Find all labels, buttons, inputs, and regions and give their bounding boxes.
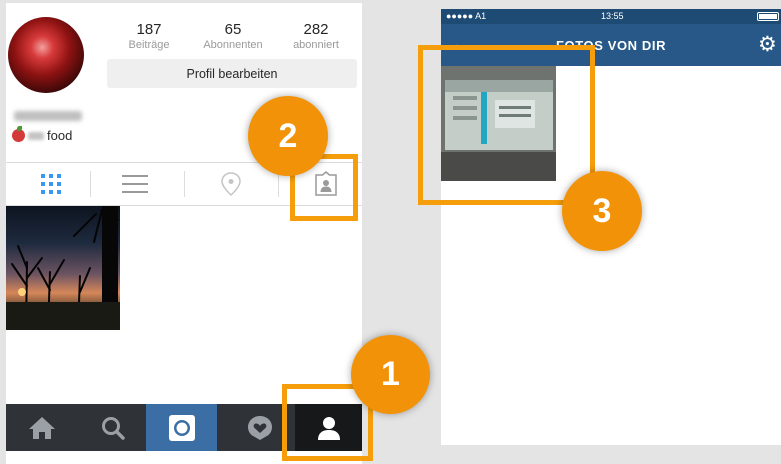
blurred-bio-text <box>28 131 44 140</box>
location-pin-icon <box>220 172 241 196</box>
stat-followers-value: 65 <box>224 21 242 38</box>
camera-icon <box>168 414 195 441</box>
tree-silhouette-graphic <box>6 206 120 330</box>
annotation-badge-1: 1 <box>351 335 430 414</box>
grid-icon <box>40 174 61 194</box>
activity-icon <box>247 415 272 440</box>
nav-camera[interactable] <box>146 404 217 451</box>
gear-icon[interactable]: ⚙ <box>758 34 777 55</box>
stat-following-label: abonniert <box>293 39 339 51</box>
highlight-tagged-photo <box>418 45 595 205</box>
nav-home[interactable] <box>6 404 77 451</box>
tab-location[interactable] <box>186 163 275 205</box>
stat-posts-value: 187 <box>136 21 162 38</box>
status-bar: ●●●●● A1 13:55 <box>441 9 781 24</box>
list-icon <box>121 175 148 193</box>
stat-following-value: 282 <box>303 21 329 38</box>
search-icon <box>101 416 125 440</box>
battery-icon <box>757 12 779 21</box>
profile-bio: food <box>12 126 73 143</box>
tab-divider <box>184 171 185 197</box>
annotation-badge-3: 3 <box>562 171 642 251</box>
strawberry-icon <box>12 126 25 142</box>
nav-search[interactable] <box>77 404 148 451</box>
stat-posts-label: Beiträge <box>128 39 170 51</box>
stat-posts[interactable]: 187 Beiträge <box>109 21 189 52</box>
tab-grid[interactable] <box>6 163 95 205</box>
stat-followers[interactable]: 65 Abonnenten <box>193 21 273 52</box>
home-icon <box>28 416 55 439</box>
avatar[interactable] <box>8 17 84 93</box>
stat-following[interactable]: 282 abonniert <box>276 21 356 52</box>
carrier-label: ●●●●● A1 <box>446 11 487 21</box>
profile-photo-thumbnail[interactable] <box>6 206 120 330</box>
blurred-username <box>14 111 82 121</box>
stat-followers-label: Abonnenten <box>203 39 263 51</box>
bio-text: food <box>47 128 73 143</box>
tab-list[interactable] <box>90 163 179 205</box>
annotation-badge-2: 2 <box>248 96 328 176</box>
edit-profile-button[interactable]: Profil bearbeiten <box>107 59 357 88</box>
clock: 13:55 <box>601 11 624 21</box>
